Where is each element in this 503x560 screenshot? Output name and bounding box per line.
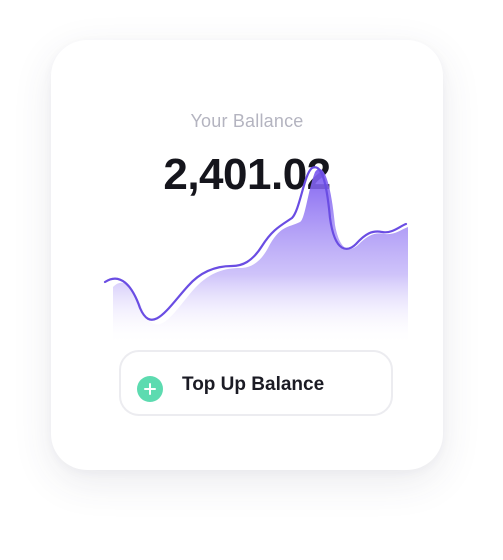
balance-chart — [103, 166, 408, 345]
balance-label: Your Ballance — [190, 111, 304, 131]
top-up-label: Top Up Balance — [182, 374, 325, 395]
plus-icon — [137, 376, 163, 402]
top-up-button[interactable]: Top Up Balance — [119, 350, 393, 416]
